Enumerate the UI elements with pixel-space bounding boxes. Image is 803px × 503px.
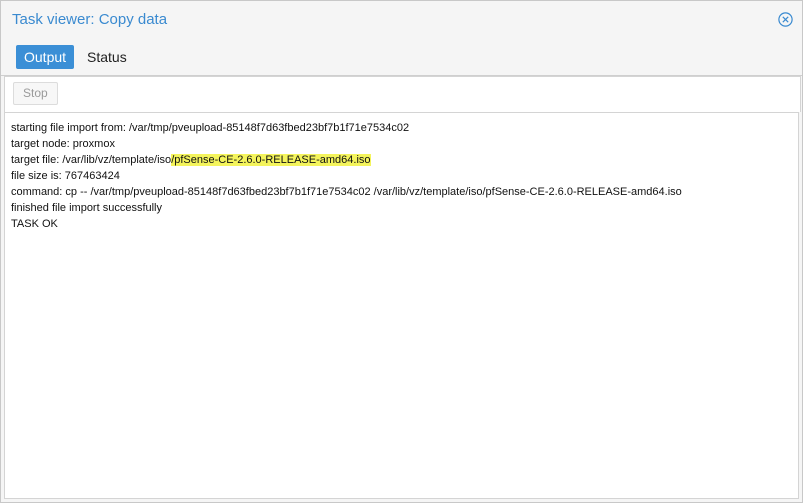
log-line: starting file import from: /var/tmp/pveu…	[11, 122, 410, 134]
log-line: command: cp -- /var/tmp/pveupload-85148f…	[11, 186, 682, 198]
tab-status[interactable]: Status	[79, 45, 135, 69]
log-line: target node: proxmox	[11, 138, 115, 150]
log-line: finished file import successfully	[11, 202, 163, 214]
stop-button[interactable]: Stop	[13, 82, 58, 105]
tab-bar: Output Status	[1, 39, 802, 76]
task-viewer-window: Task viewer: Copy data Output Status Sto…	[0, 0, 803, 503]
window-titlebar: Task viewer: Copy data	[1, 1, 802, 39]
log-line: target file: /var/lib/vz/template/iso/pf…	[11, 152, 798, 168]
tab-output[interactable]: Output	[16, 45, 75, 69]
close-icon[interactable]	[778, 12, 793, 27]
task-output-log[interactable]: starting file import from: /var/tmp/pveu…	[4, 112, 799, 499]
highlighted-filename: /pfSense-CE-2.6.0-RELEASE-amd64.iso	[171, 154, 371, 166]
log-line-text: target file: /var/lib/vz/template/iso	[11, 154, 172, 166]
window-title: Task viewer: Copy data	[12, 11, 168, 28]
toolbar: Stop	[4, 76, 801, 112]
log-line: file size is: 767463424	[11, 170, 120, 182]
log-line: TASK OK	[11, 218, 58, 230]
